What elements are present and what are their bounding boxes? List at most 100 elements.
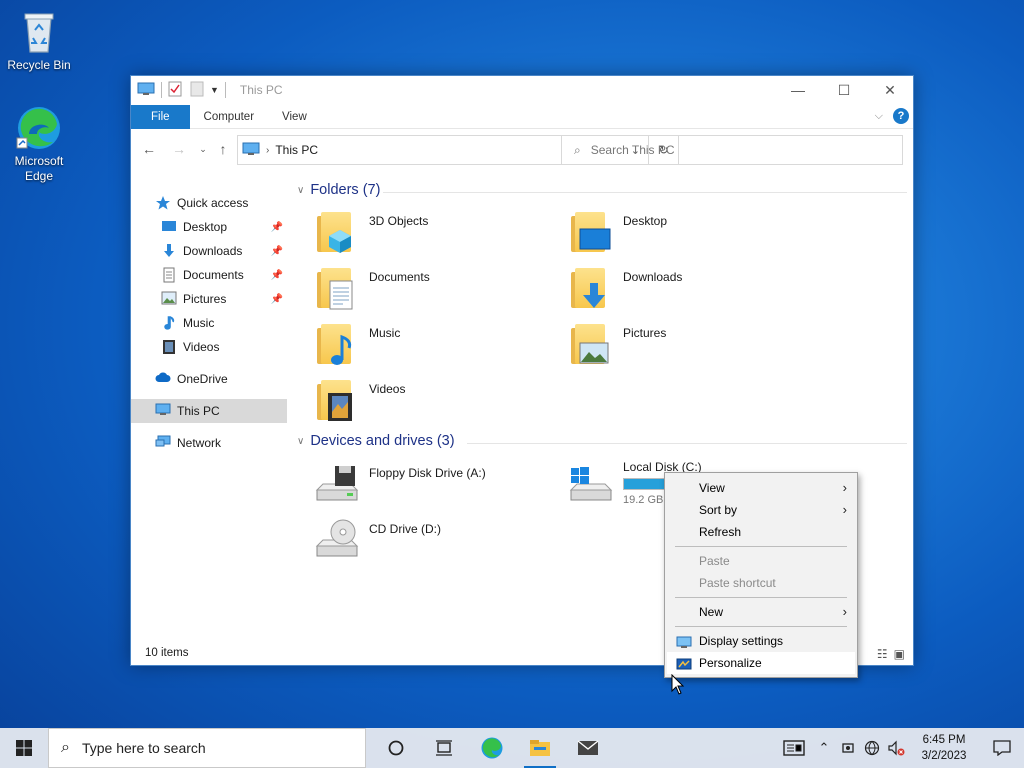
folder-tile-3d-objects[interactable]: 3D Objects bbox=[313, 208, 563, 260]
nav-item-network[interactable]: Network bbox=[131, 431, 287, 455]
tab-view[interactable]: View bbox=[268, 105, 321, 129]
menu-item-display-settings[interactable]: Display settings bbox=[667, 630, 855, 652]
nav-item-this-pc[interactable]: This PC bbox=[131, 399, 287, 423]
folder-tile-desktop[interactable]: Desktop bbox=[567, 208, 817, 260]
toolbar-separator bbox=[161, 82, 162, 98]
nav-item-label: Quick access bbox=[177, 196, 249, 210]
folder-tile-pictures[interactable]: Pictures bbox=[567, 320, 817, 372]
menu-item-view[interactable]: View › bbox=[667, 477, 855, 499]
start-button[interactable] bbox=[0, 728, 48, 768]
back-button[interactable]: ← bbox=[139, 139, 159, 159]
expand-ribbon-icon[interactable]: ⌵ bbox=[875, 110, 883, 123]
videos-icon bbox=[161, 339, 177, 355]
folder-label: 3D Objects bbox=[369, 214, 429, 228]
group-header-label: Devices and drives (3) bbox=[310, 433, 455, 449]
menu-separator bbox=[675, 546, 847, 547]
group-header-devices[interactable]: ∨ Devices and drives (3) bbox=[297, 433, 455, 449]
menu-item-new[interactable]: New › bbox=[667, 601, 855, 623]
taskbar-edge-button[interactable] bbox=[468, 728, 516, 768]
drive-tile-cd[interactable]: CD Drive (D:) bbox=[313, 516, 563, 568]
desktop-icon-edge[interactable]: Microsoft Edge bbox=[0, 104, 78, 184]
nav-item-desktop[interactable]: Desktop 📌 bbox=[131, 215, 287, 239]
nav-item-quick-access[interactable]: Quick access bbox=[131, 191, 287, 215]
nav-item-downloads[interactable]: Downloads 📌 bbox=[131, 239, 287, 263]
folder-downloads-icon bbox=[567, 264, 615, 312]
chevron-up-icon[interactable]: ⌃ bbox=[812, 728, 836, 768]
pin-icon[interactable]: 📌 bbox=[271, 246, 283, 257]
quick-access-toolbar: ▼ bbox=[131, 76, 232, 104]
recent-locations-button[interactable]: ⌄ bbox=[193, 139, 213, 159]
tab-computer[interactable]: Computer bbox=[190, 105, 269, 129]
menu-item-paste-shortcut[interactable]: Paste shortcut bbox=[667, 572, 855, 594]
menu-item-label: View bbox=[699, 481, 725, 495]
desktop-icon-recycle-bin[interactable]: Recycle Bin bbox=[0, 8, 78, 73]
properties-icon[interactable] bbox=[168, 81, 182, 100]
large-icons-view-icon[interactable]: ▣ bbox=[894, 647, 905, 661]
taskbar-clock[interactable]: 6:45 PM 3/2/2023 bbox=[908, 732, 980, 764]
system-tray: ⌃ 6:45 PM 3/2/2023 bbox=[776, 728, 1024, 768]
cortana-icon bbox=[388, 740, 404, 756]
folder-3d-objects-icon bbox=[313, 208, 361, 256]
network-icon bbox=[155, 435, 171, 451]
task-view-button[interactable] bbox=[420, 728, 468, 768]
taskbar-file-explorer-button[interactable] bbox=[516, 728, 564, 768]
desktop-icon-label: Microsoft Edge bbox=[14, 154, 64, 183]
group-divider bbox=[383, 192, 907, 193]
window-controls: — ☐ ✕ bbox=[775, 76, 913, 104]
new-folder-icon[interactable] bbox=[190, 81, 204, 100]
chevron-right-icon: › bbox=[842, 480, 847, 495]
nav-item-label: Desktop bbox=[183, 220, 228, 234]
taskbar-search-input[interactable]: ⌕ Type here to search bbox=[48, 728, 366, 768]
drive-tile-floppy[interactable]: Floppy Disk Drive (A:) bbox=[313, 460, 563, 512]
minimize-button[interactable]: — bbox=[775, 76, 821, 104]
maximize-button[interactable]: ☐ bbox=[821, 76, 867, 104]
folder-tile-music[interactable]: Music bbox=[313, 320, 563, 372]
nav-item-onedrive[interactable]: OneDrive bbox=[131, 367, 287, 391]
notification-center-button[interactable] bbox=[980, 728, 1024, 768]
meet-now-icon[interactable] bbox=[836, 728, 860, 768]
nav-item-label: Downloads bbox=[183, 244, 243, 258]
menu-item-personalize[interactable]: Personalize bbox=[667, 652, 855, 674]
pin-icon[interactable]: 📌 bbox=[271, 222, 283, 233]
group-header-folders[interactable]: ∨ Folders (7) bbox=[297, 182, 380, 198]
menu-item-paste[interactable]: Paste bbox=[667, 550, 855, 572]
pin-icon[interactable]: 📌 bbox=[271, 294, 283, 305]
chevron-down-icon[interactable]: ∨ bbox=[297, 436, 304, 447]
chevron-right-icon[interactable]: › bbox=[266, 145, 269, 156]
folder-music-icon bbox=[313, 320, 361, 368]
nav-item-music[interactable]: Music bbox=[131, 311, 287, 335]
folder-tile-downloads[interactable]: Downloads bbox=[567, 264, 817, 316]
desktop-context-menu: View › Sort by › Refresh Paste Paste sho… bbox=[664, 472, 858, 678]
chevron-down-icon[interactable]: ∨ bbox=[297, 185, 304, 196]
folder-tile-videos[interactable]: Videos bbox=[313, 376, 563, 428]
display-icon bbox=[676, 634, 692, 648]
details-view-icon[interactable]: ☷ bbox=[877, 647, 888, 661]
clock-date: 3/2/2023 bbox=[921, 750, 967, 762]
tab-file[interactable]: File bbox=[131, 104, 190, 129]
nav-item-pictures[interactable]: Pictures 📌 bbox=[131, 287, 287, 311]
cloud-icon bbox=[155, 371, 171, 387]
search-input[interactable]: ⌕ Search This PC bbox=[561, 135, 903, 165]
menu-item-sort-by[interactable]: Sort by › bbox=[667, 499, 855, 521]
chevron-down-icon[interactable]: ▼ bbox=[210, 85, 219, 95]
news-widget-icon[interactable] bbox=[776, 728, 812, 768]
folder-documents-icon bbox=[313, 264, 361, 312]
forward-button[interactable]: → bbox=[169, 139, 189, 159]
pin-icon[interactable]: 📌 bbox=[271, 270, 283, 281]
close-button[interactable]: ✕ bbox=[867, 76, 913, 104]
menu-item-refresh[interactable]: Refresh bbox=[667, 521, 855, 543]
nav-item-documents[interactable]: Documents 📌 bbox=[131, 263, 287, 287]
documents-icon bbox=[161, 267, 177, 283]
volume-muted-icon[interactable] bbox=[884, 728, 908, 768]
help-icon[interactable]: ? bbox=[893, 108, 909, 124]
drive-label: Floppy Disk Drive (A:) bbox=[369, 466, 486, 480]
folder-tile-documents[interactable]: Documents bbox=[313, 264, 563, 316]
floppy-drive-icon bbox=[313, 460, 361, 508]
windows-logo-icon bbox=[16, 740, 32, 756]
nav-item-videos[interactable]: Videos bbox=[131, 335, 287, 359]
up-button[interactable]: ↑ bbox=[213, 139, 233, 159]
network-globe-icon[interactable] bbox=[860, 728, 884, 768]
cortana-button[interactable] bbox=[372, 728, 420, 768]
ribbon-tabs: File Computer View ⌵ ? bbox=[131, 104, 913, 129]
taskbar-mail-button[interactable] bbox=[564, 728, 612, 768]
